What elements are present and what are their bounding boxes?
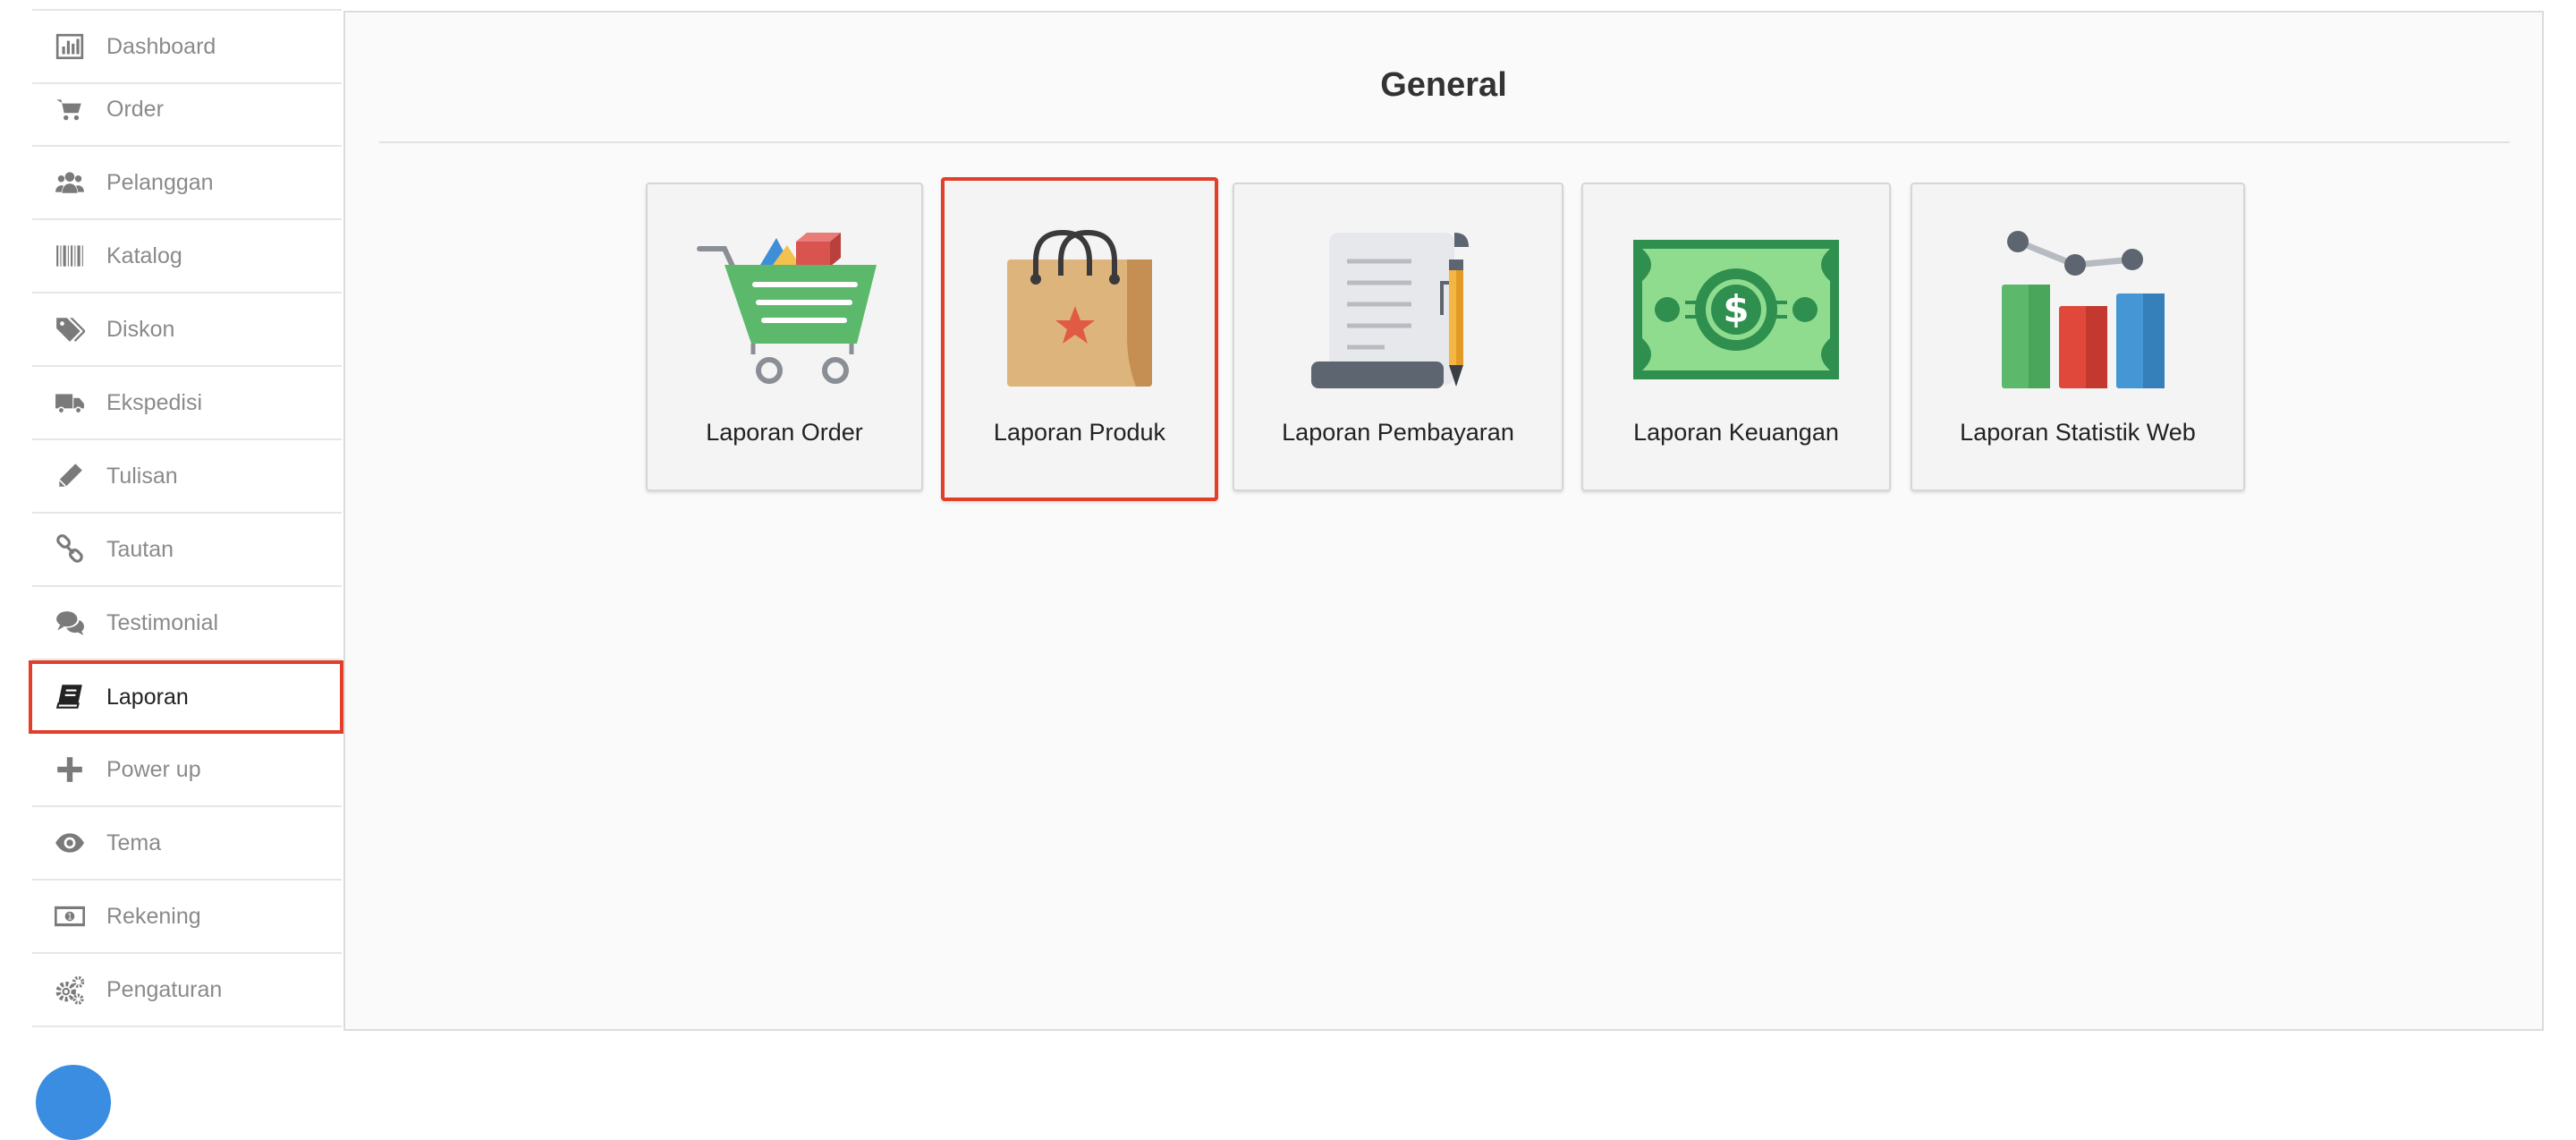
eye-icon [54,827,86,859]
sidebar-item-power-up[interactable]: Power up [32,734,342,807]
tags-icon [54,313,86,345]
card-label: Laporan Statistik Web [1960,419,2196,446]
card-laporan-order[interactable]: Laporan Order [646,183,923,491]
sidebar-item-rekening[interactable]: 1 Rekening [32,881,342,954]
banknote-icon: $ [1633,240,1839,379]
sidebar-item-label: Testimonial [106,609,219,635]
statistics-chart-icon [2002,231,2165,388]
sidebar-item-label: Ekspedisi [106,389,202,415]
gears-icon [54,974,86,1006]
sidebar-item-order[interactable]: Order [32,73,342,147]
sidebar-item-label: Diskon [106,316,175,342]
card-label: Laporan Order [706,419,863,446]
sidebar-item-label: Rekening [106,903,201,929]
shopping-bag-icon [1007,229,1152,387]
sidebar-item-pengaturan[interactable]: Pengaturan [32,954,342,1027]
shopping-cart-icon [697,233,877,384]
card-label: Laporan Produk [993,419,1166,446]
truck-icon [54,387,86,419]
book-icon [54,681,86,713]
sidebar-item-label: Pelanggan [106,169,214,195]
card-laporan-produk[interactable]: Laporan Produk [941,177,1218,501]
sidebar-item-label: Laporan [106,684,189,710]
bar-chart-icon [54,30,86,63]
card-label: Laporan Keuangan [1633,419,1839,446]
link-icon [54,533,86,566]
card-laporan-statistik-web[interactable]: Laporan Statistik Web [1911,183,2245,491]
plus-icon [54,753,86,786]
sidebar-item-ekspedisi[interactable]: Ekspedisi [32,367,342,440]
money-icon: 1 [54,900,86,932]
pencil-icon [54,460,86,492]
sidebar-item-pelanggan[interactable]: Pelanggan [32,147,342,220]
sidebar-item-testimonial[interactable]: Testimonial [32,587,342,660]
card-laporan-keuangan[interactable]: $ Laporan Keuangan [1581,183,1891,491]
sidebar-item-diskon[interactable]: Diskon [32,294,342,367]
sidebar-item-katalog[interactable]: Katalog [32,220,342,294]
page-title: General [1380,66,1507,104]
users-icon [54,166,86,199]
sidebar-item-label: Dashboard [106,33,216,59]
card-laporan-pembayaran[interactable]: Laporan Pembayaran [1233,183,1563,491]
sidebar-item-tulisan[interactable]: Tulisan [32,440,342,514]
title-divider [379,141,2510,143]
main-panel: General Laporan Order Laporan Produk Lap… [343,11,2544,1031]
comments-icon [54,607,86,639]
sidebar-item-label: Tema [106,829,162,855]
svg-text:$: $ [1723,287,1749,331]
sidebar-item-label: Tulisan [106,463,178,489]
cart-icon [54,93,86,125]
sidebar-item-tema[interactable]: Tema [32,807,342,881]
chat-launcher-button[interactable] [36,1065,111,1140]
sidebar-item-label: Power up [106,756,201,782]
sidebar: Dashboard Order Pelanggan Katalog Diskon… [29,0,343,1027]
sidebar-item-label: Pengaturan [106,976,223,1002]
sidebar-item-label: Order [106,96,164,122]
sidebar-item-tautan[interactable]: Tautan [32,514,342,587]
barcode-icon [54,240,86,272]
receipt-pen-icon [1311,233,1469,388]
sidebar-item-label: Katalog [106,242,182,268]
sidebar-item-laporan[interactable]: Laporan [29,660,343,734]
card-label: Laporan Pembayaran [1282,419,1514,446]
svg-text:1: 1 [67,913,72,923]
sidebar-item-label: Tautan [106,536,174,562]
